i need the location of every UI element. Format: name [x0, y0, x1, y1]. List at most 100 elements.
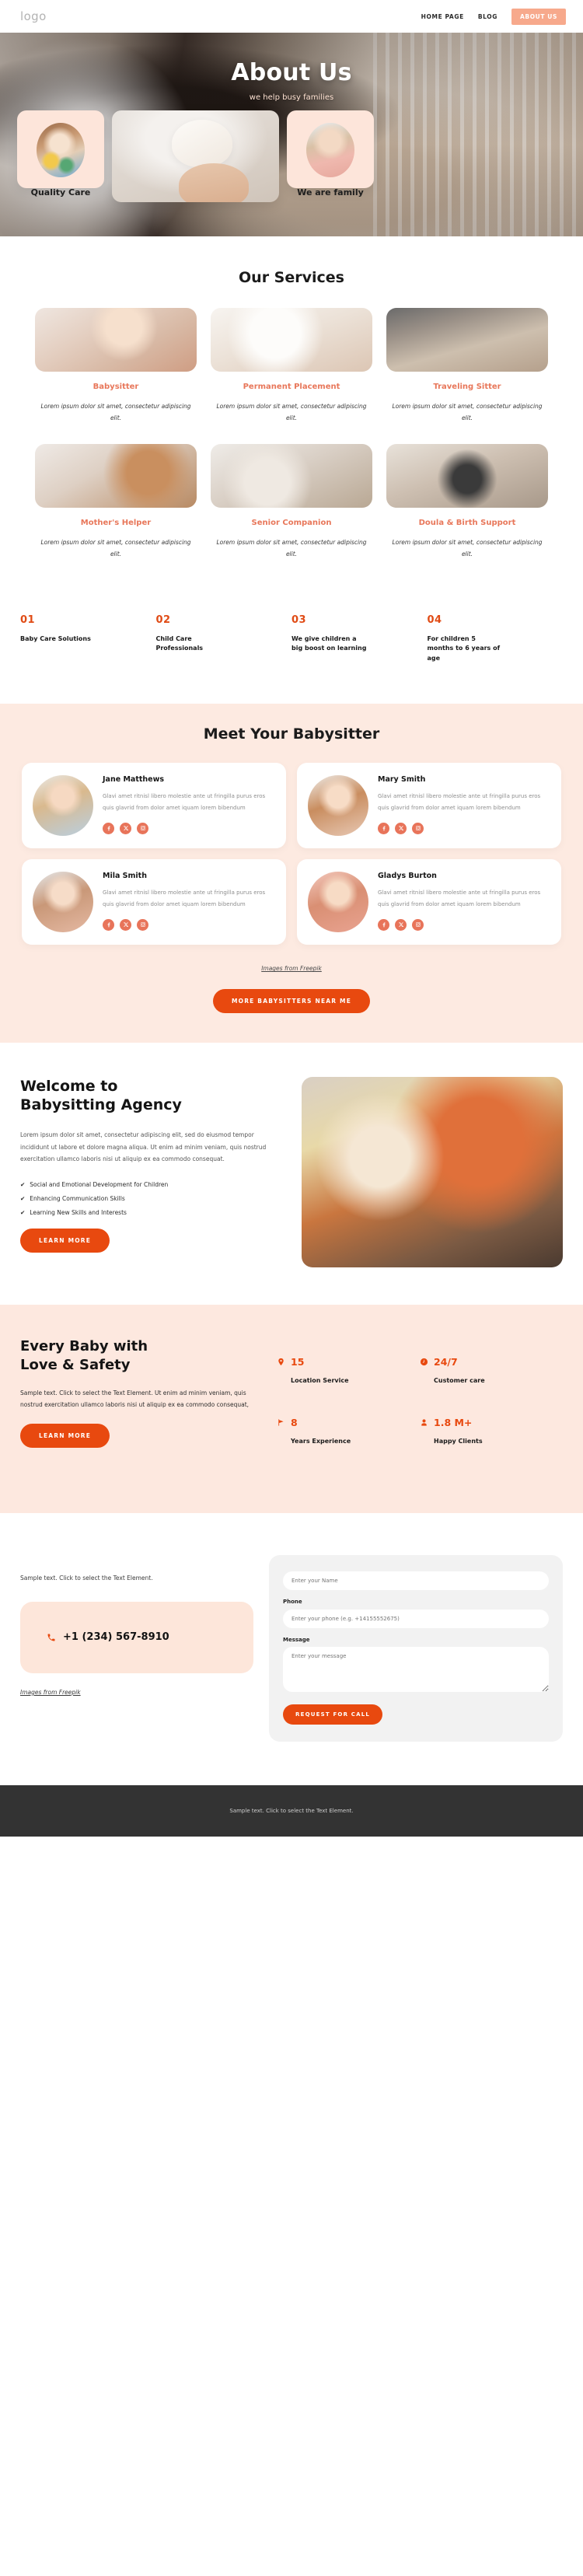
service-description: Lorem ipsum dolor sit amet, consectetur … — [216, 539, 367, 557]
hero-section: About Us we help busy families Quality C… — [0, 33, 583, 236]
babysitter-card[interactable]: Mila Smith Glavi amet ritnisl libero mol… — [22, 859, 286, 945]
hero-card-title: We are family — [297, 187, 364, 197]
flag-icon — [278, 1419, 284, 1426]
stat-item-location-service: 15 Location Service — [277, 1356, 420, 1384]
welcome-text: Lorem ipsum dolor sit amet, consectetur … — [20, 1131, 267, 1163]
instagram-icon[interactable] — [412, 822, 424, 834]
hero-card-title: Quality Care — [30, 187, 91, 197]
stat-item-years-experience: 8 Years Experience — [277, 1417, 420, 1445]
highlight-item: 04 For children 5 months to 6 years of a… — [428, 614, 564, 663]
main-navigation: HOME PAGE BLOG ABOUT US — [421, 8, 566, 25]
highlight-text: We give children a big boost on learning — [292, 635, 367, 652]
hero-card-we-are-family[interactable]: We are family — [287, 110, 374, 197]
stat-value: 1.8 M+ — [434, 1417, 473, 1429]
user-icon — [421, 1419, 427, 1426]
welcome-title-line1: Welcome to — [20, 1078, 118, 1096]
service-name: Doula & Birth Support — [418, 519, 516, 527]
more-babysitters-button[interactable]: MORE BABYSITTERS NEAR ME — [212, 989, 371, 1014]
hero-content: About Us we help busy families — [0, 33, 583, 102]
phone-box[interactable]: +1 (234) 567-8910 — [20, 1601, 253, 1673]
babysitter-card[interactable]: Jane Matthews Glavi amet ritnisl libero … — [22, 763, 286, 849]
nav-item-blog[interactable]: BLOG — [478, 13, 497, 20]
stat-label: Happy Clients — [434, 1438, 483, 1445]
x-twitter-icon[interactable] — [120, 918, 131, 931]
service-card[interactable]: Traveling Sitter Lorem ipsum dolor sit a… — [386, 308, 548, 424]
phone-input[interactable] — [283, 1610, 549, 1629]
service-image — [35, 308, 197, 372]
instagram-icon[interactable] — [412, 918, 424, 931]
x-twitter-icon[interactable] — [120, 822, 131, 834]
service-name: Senior Companion — [251, 519, 332, 527]
babysitter-card[interactable]: Mary Smith Glavi amet ritnisl libero mol… — [297, 763, 561, 849]
services-title: Our Services — [239, 269, 344, 286]
message-field-label: Message — [283, 1637, 310, 1644]
instagram-icon[interactable] — [137, 822, 148, 834]
stats-grid: 15 Location Service 24/7 Customer care 8… — [277, 1337, 563, 1477]
checklist-item: ✔ Learning New Skills and Interests — [20, 1209, 285, 1216]
name-input[interactable] — [283, 1571, 549, 1591]
service-description: Lorem ipsum dolor sit amet, consectetur … — [392, 403, 543, 421]
check-icon: ✔ — [20, 1181, 26, 1189]
service-card[interactable]: Senior Companion Lorem ipsum dolor sit a… — [211, 444, 372, 560]
stats-learn-more-button[interactable]: LEARN MORE — [20, 1423, 110, 1448]
avatar — [308, 775, 368, 837]
request-for-call-button[interactable]: REQUEST FOR CALL — [283, 1704, 383, 1725]
stats-text: Sample text. Click to select the Text El… — [20, 1389, 250, 1409]
phone-number: +1 (234) 567-8910 — [63, 1631, 169, 1644]
hero-card-quality-care[interactable]: Quality Care — [17, 110, 104, 197]
nav-item-home-page[interactable]: HOME PAGE — [421, 13, 464, 20]
contact-form: Phone Message REQUEST FOR CALL — [269, 1555, 563, 1742]
checklist-item: ✔ Social and Emotional Development for C… — [20, 1181, 285, 1188]
service-name: Permanent Placement — [243, 383, 340, 391]
service-description: Lorem ipsum dolor sit amet, consectetur … — [216, 403, 367, 421]
meet-babysitter-section: Meet Your Babysitter Jane Matthews Glavi… — [0, 704, 583, 1043]
message-textarea[interactable] — [283, 1647, 549, 1693]
image-credit-label: Images from Freepik — [261, 965, 322, 973]
stat-item-happy-clients: 1.8 M+ Happy Clients — [420, 1417, 563, 1445]
babysitter-card[interactable]: Gladys Burton Glavi amet ritnisl libero … — [297, 859, 561, 945]
service-image — [35, 444, 197, 508]
service-card[interactable]: Babysitter Lorem ipsum dolor sit amet, c… — [35, 308, 197, 424]
highlight-item: 01 Baby Care Solutions — [20, 614, 156, 663]
image-credit[interactable]: Images from Freepik — [0, 965, 583, 972]
service-card[interactable]: Doula & Birth Support Lorem ipsum dolor … — [386, 444, 548, 560]
contact-image-credit[interactable]: Images from Freepik — [20, 1689, 253, 1696]
phone-icon — [47, 1634, 55, 1641]
babysitter-bio: Glavi amet ritnisl libero molestie ante … — [103, 890, 266, 907]
service-image — [211, 308, 372, 372]
hero-card-image — [37, 123, 85, 177]
highlight-item: 02 Child Care Professionals — [156, 614, 292, 663]
hero-feature-cards: Quality Care We are family — [17, 110, 566, 202]
highlight-number: 03 — [292, 614, 307, 626]
social-links — [378, 918, 550, 931]
stat-value: 15 — [291, 1356, 305, 1368]
services-grid: Babysitter Lorem ipsum dolor sit amet, c… — [0, 286, 583, 560]
service-card[interactable]: Mother's Helper Lorem ipsum dolor sit am… — [35, 444, 197, 560]
contact-section: Sample text. Click to select the Text El… — [0, 1513, 583, 1785]
highlight-text: Baby Care Solutions — [20, 635, 91, 642]
welcome-image — [302, 1077, 563, 1268]
phone-field-label: Phone — [283, 1599, 302, 1606]
service-card[interactable]: Permanent Placement Lorem ipsum dolor si… — [211, 308, 372, 424]
stats-title-line2: Love & Safety — [20, 1356, 131, 1373]
checklist-label: Learning New Skills and Interests — [30, 1209, 127, 1217]
service-description: Lorem ipsum dolor sit amet, consectetur … — [392, 539, 543, 557]
x-twitter-icon[interactable] — [395, 918, 407, 931]
facebook-icon[interactable] — [378, 822, 389, 834]
clock-icon — [420, 1358, 428, 1366]
highlight-number: 02 — [155, 614, 171, 626]
check-icon: ✔ — [20, 1195, 26, 1203]
highlight-item: 03 We give children a big boost on learn… — [292, 614, 428, 663]
x-twitter-icon[interactable] — [395, 822, 407, 834]
site-footer: Sample text. Click to select the Text El… — [0, 1785, 583, 1837]
check-icon: ✔ — [20, 1209, 26, 1217]
facebook-icon[interactable] — [378, 918, 389, 931]
highlight-number: 01 — [20, 614, 36, 626]
welcome-learn-more-button[interactable]: LEARN MORE — [20, 1229, 110, 1253]
nav-item-about-us[interactable]: ABOUT US — [511, 8, 566, 25]
footer-text: Sample text. Click to select the Text El… — [229, 1808, 354, 1815]
facebook-icon[interactable] — [103, 918, 114, 931]
instagram-icon[interactable] — [137, 918, 148, 931]
site-logo[interactable]: logo — [20, 9, 47, 23]
facebook-icon[interactable] — [103, 822, 114, 834]
